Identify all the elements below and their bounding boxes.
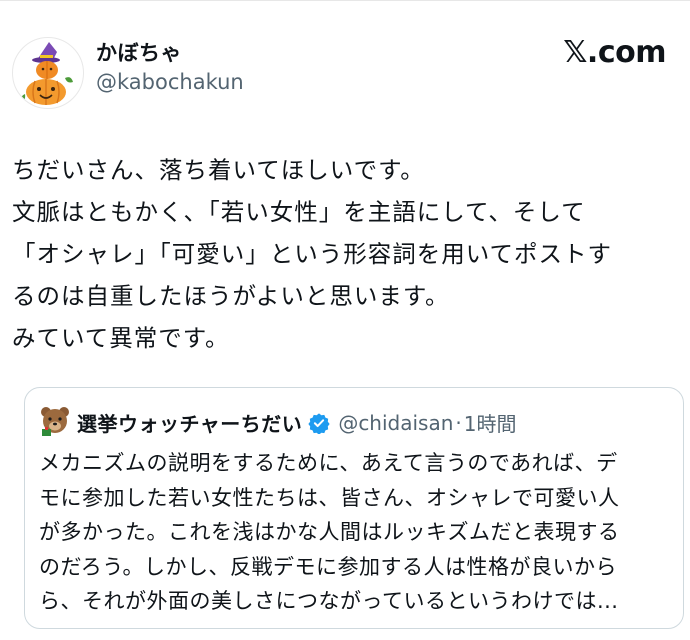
post-body-line: 「オシャレ」「可愛い」という形容詞を用いてポストす [12,240,613,268]
pumpkin-avatar-icon [20,42,73,105]
x-com-logo[interactable]: 𝕏.com [563,35,666,70]
quoted-post-card[interactable]: 選挙ウォッチャーちだい @chidaisan · 1時間 メカニズムの説明をする… [24,387,684,629]
quoted-post-body: メカニズムの説明をするために、あえて言うのであれば、デ モに参加した若い女性たち… [39,446,675,619]
post-body: ちだいさん、落ち着いてほしいです。 文脈はともかく、「若い女性」を主語にして、そ… [12,149,672,359]
post-card: かぼちゃ @kabochakun 𝕏.com ちだいさん、落ち着いてほしいです。… [0,0,690,640]
quoted-body-line: モに参加した若い女性たちは、皆さん、オシャレで可愛い人 [39,485,620,510]
quoted-body-line: のだろう。しかし、反戦デモに参加する人は性格が良いから [39,554,617,579]
separator-dot: · [455,410,462,435]
post-body-line: みていて異常です。 [12,324,230,352]
author-handle[interactable]: @kabochakun [96,70,244,94]
quoted-body-line: が多かった。これを浅はかな人間はルッキズムだと表現する [39,520,620,544]
bear-avatar-icon[interactable] [39,405,71,437]
post-body-line: 文脈はともかく、「若い女性」を主語にして、そして [12,198,586,226]
quoted-author-name[interactable]: 選挙ウォッチャーちだい [77,408,302,437]
verified-badge-icon [308,412,330,434]
quoted-body-line: ら、それが外面の美しさにつながっているというわけでは... [39,589,619,613]
author-display-name[interactable]: かぼちゃ [96,37,182,67]
author-avatar[interactable] [12,37,84,109]
quoted-post-header: 選挙ウォッチャーちだい @chidaisan · 1時間 [77,408,517,437]
post-body-line: ちだいさん、落ち着いてほしいです。 [12,156,425,184]
post-body-line: るのは自重したほうがよいと思います。 [12,282,450,310]
quoted-body-line: メカニズムの説明をするために、あえて言うのであれば、デ [39,451,618,475]
quoted-post-timestamp[interactable]: 1時間 [464,408,517,437]
quoted-author-handle[interactable]: @chidaisan [338,411,453,435]
